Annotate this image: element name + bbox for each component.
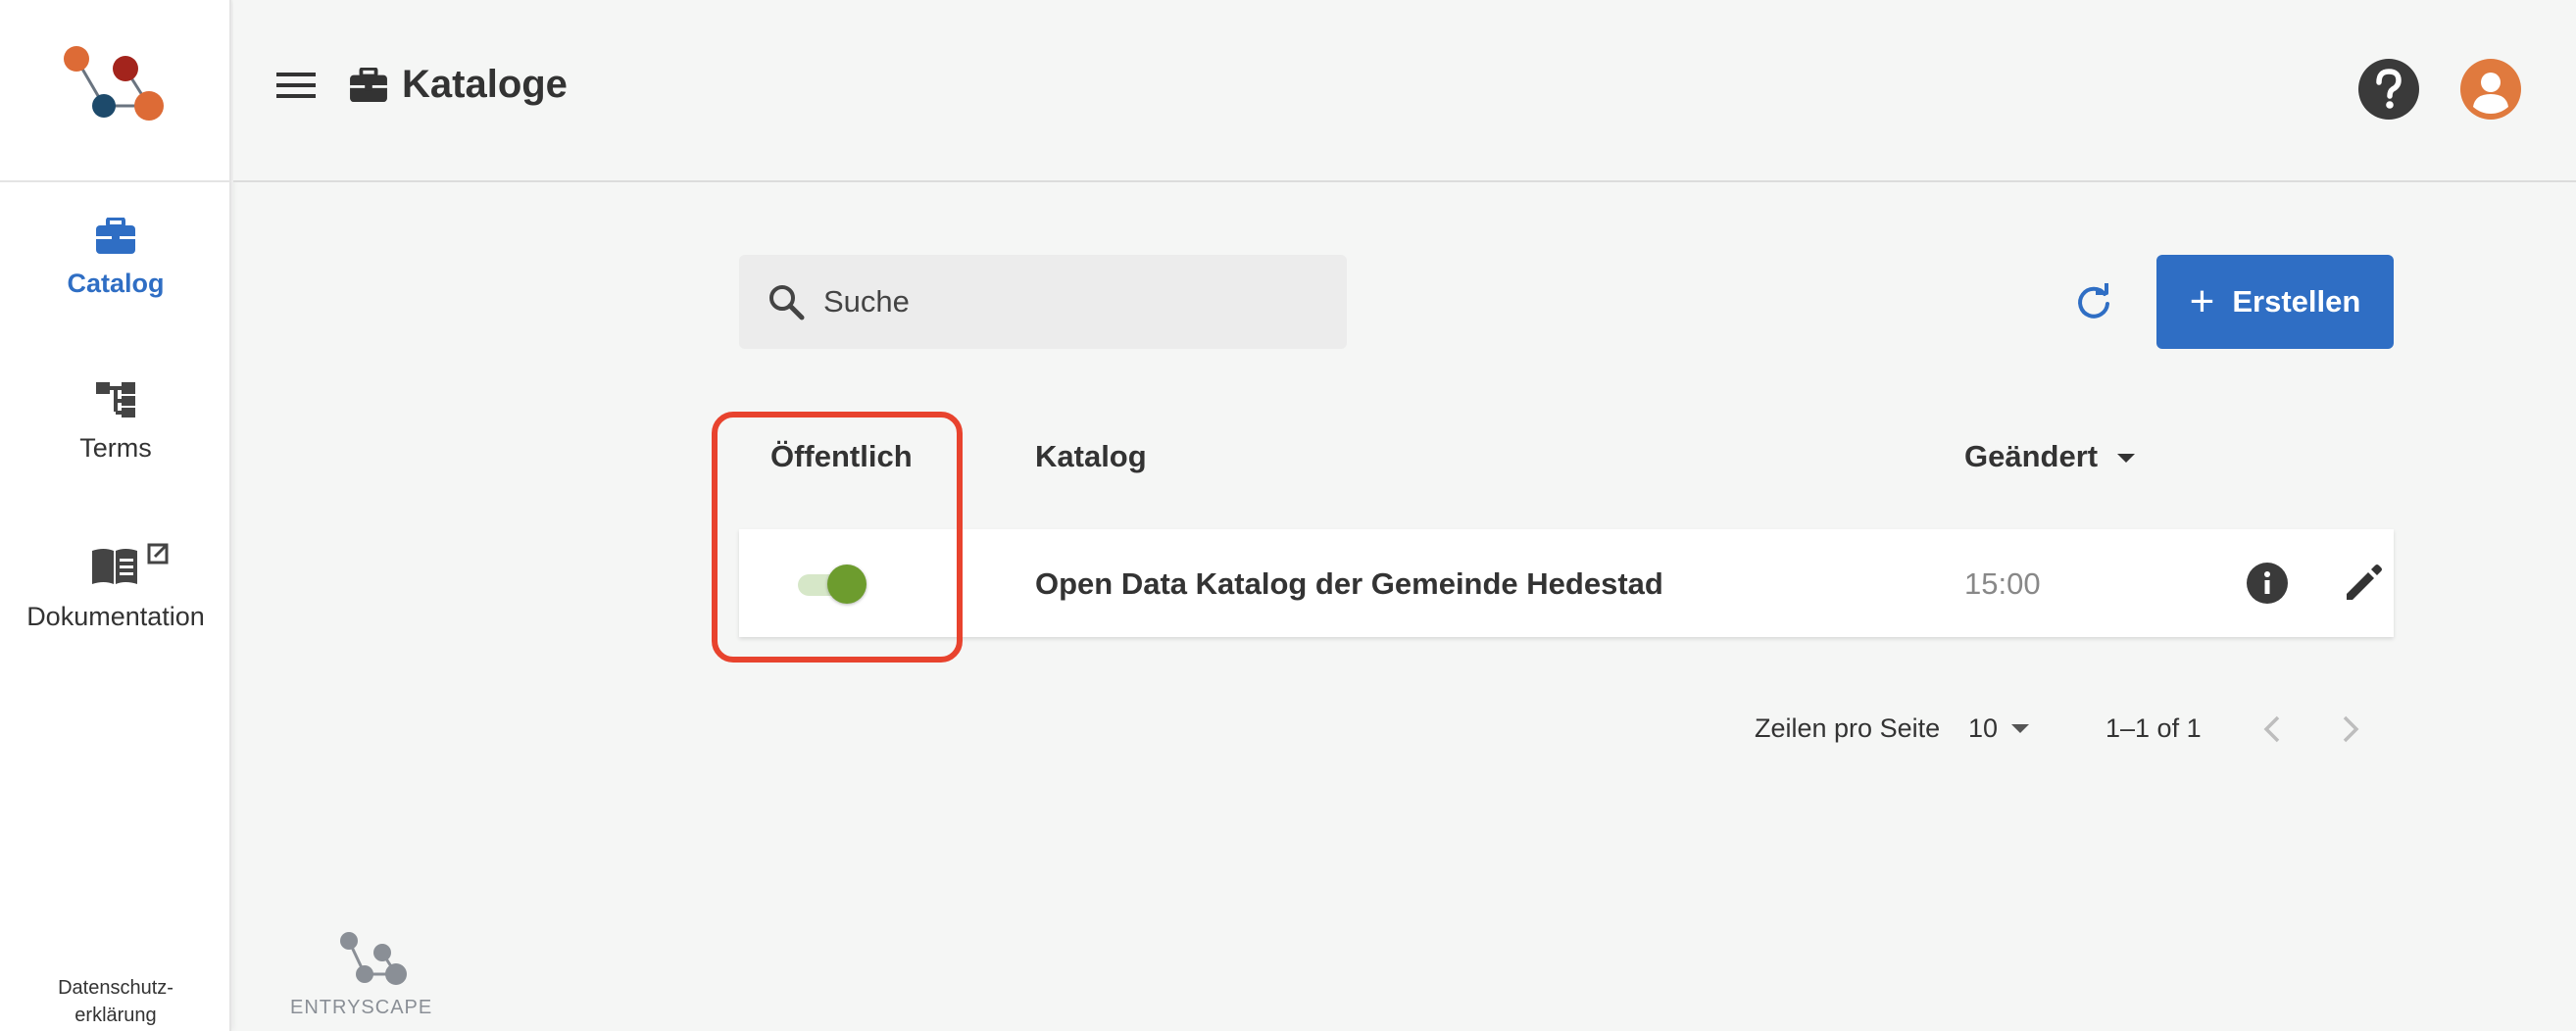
page-title-group: Kataloge: [349, 63, 568, 107]
column-header-modified-label: Geändert: [1964, 439, 2099, 473]
column-header-catalog: Katalog: [1035, 439, 1147, 473]
pagination-range: 1–1 of 1: [2105, 713, 2202, 743]
plus-icon: +: [2189, 277, 2215, 325]
table-row[interactable]: Open Data Katalog der Gemeinde Hedestad …: [739, 529, 2394, 637]
chevron-down-icon: [2011, 724, 2030, 733]
create-button[interactable]: + Erstellen: [2156, 255, 2394, 349]
search-icon: [769, 285, 805, 320]
briefcase-icon: [350, 67, 387, 102]
account-circle-icon: [2460, 59, 2521, 120]
sidebar-item-dokumentation[interactable]: Dokumentation: [0, 543, 231, 632]
book-external-icon: [92, 543, 169, 584]
help-circle-icon: [2358, 59, 2419, 120]
sidebar-item-terms[interactable]: Terms: [0, 380, 231, 464]
info-button[interactable]: [2247, 563, 2288, 609]
privacy-policy-line-1: Datenschutz-: [58, 977, 173, 999]
rows-per-page-value: 10: [1968, 713, 1999, 743]
create-button-label: Erstellen: [2232, 284, 2361, 319]
sidebar-item-label: Terms: [79, 433, 152, 463]
brand-footer: ENTRYSCAPE: [290, 931, 432, 1019]
column-header-modified[interactable]: Geändert: [1964, 439, 2136, 474]
next-page-button[interactable]: [2339, 713, 2362, 750]
briefcase-icon: [96, 218, 135, 254]
privacy-policy-line-2: erklärung: [74, 1005, 157, 1026]
sort-descending-icon: [2117, 454, 2136, 464]
brand-name: ENTRYSCAPE: [290, 997, 433, 1018]
previous-page-button[interactable]: [2260, 713, 2284, 750]
help-button[interactable]: [2358, 59, 2419, 124]
refresh-button[interactable]: [2074, 282, 2113, 326]
edit-button[interactable]: [2343, 563, 2384, 609]
chevron-left-icon: [2263, 715, 2280, 743]
catalog-name[interactable]: Open Data Katalog der Gemeinde Hedestad: [1035, 566, 1663, 602]
info-icon: [2247, 563, 2288, 604]
hamburger-menu-icon: [276, 73, 316, 98]
sidebar-item-label: Catalog: [67, 269, 165, 298]
pencil-icon: [2347, 565, 2382, 600]
top-bar: Kataloge: [233, 0, 2576, 182]
sidebar-item-label: Dokumentation: [26, 602, 205, 631]
privacy-policy-link[interactable]: Datenschutz- erklärung: [0, 974, 231, 1029]
rows-per-page-label: Zeilen pro Seite: [1755, 713, 1941, 743]
entryscape-brand-icon: [339, 932, 407, 985]
refresh-icon: [2078, 283, 2109, 319]
modified-time: 15:00: [1964, 566, 2041, 601]
entryscape-logo-icon: [64, 46, 164, 121]
sidebar: Catalog Terms Dokumentation Datenschutz-…: [0, 0, 231, 1031]
page-title: Kataloge: [402, 63, 568, 106]
app-logo[interactable]: [0, 0, 229, 182]
menu-button[interactable]: [276, 71, 316, 105]
highlight-annotation: [712, 412, 963, 663]
chevron-right-icon: [2343, 715, 2359, 743]
search-input[interactable]: [823, 284, 1313, 319]
hierarchy-icon: [96, 382, 135, 417]
rows-per-page-select[interactable]: 10: [1968, 713, 2030, 744]
sidebar-item-catalog[interactable]: Catalog: [0, 218, 231, 299]
user-avatar[interactable]: [2460, 59, 2521, 124]
search-box[interactable]: [739, 255, 1347, 349]
